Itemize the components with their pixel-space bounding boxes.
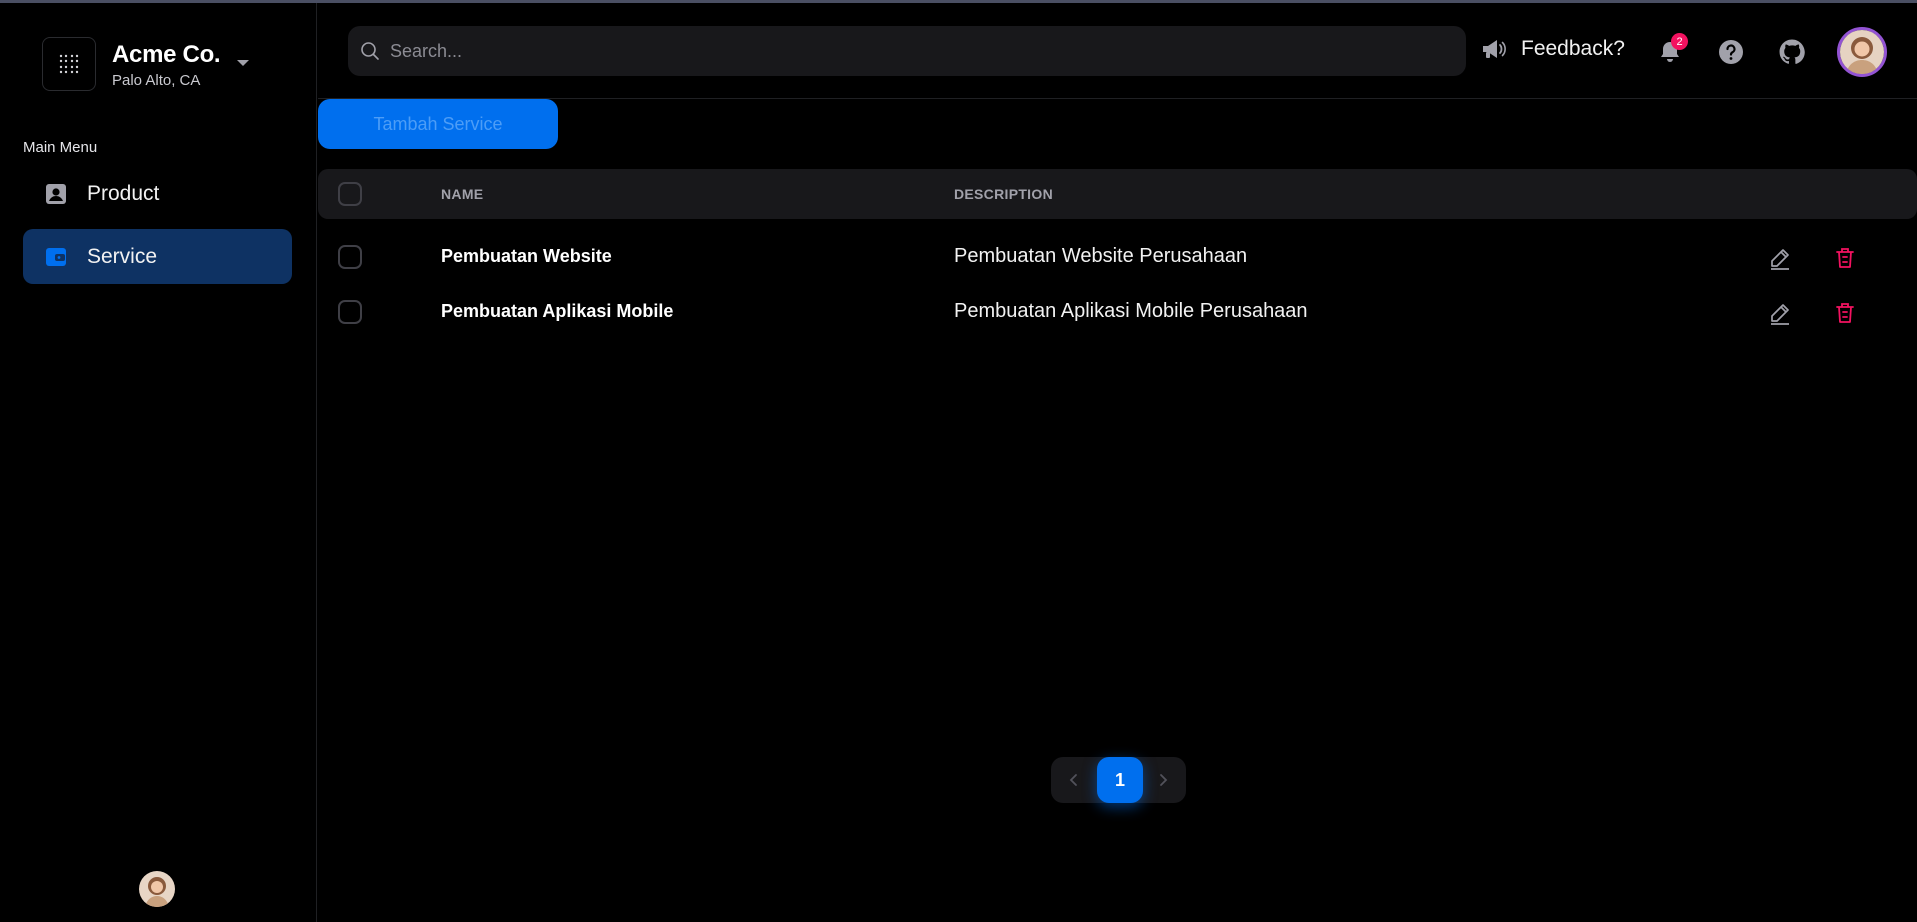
notification-badge: 2: [1671, 33, 1688, 50]
add-service-button[interactable]: Tambah Service: [318, 99, 558, 149]
top-bar: Feedback? 2: [318, 3, 1917, 99]
service-description: Pembuatan Aplikasi Mobile Perusahaan: [954, 300, 1308, 322]
megaphone-icon: [1483, 40, 1506, 58]
feedback-label: Feedback?: [1521, 37, 1625, 60]
help-button[interactable]: [1716, 37, 1746, 67]
brand-name: Acme Co.: [112, 40, 221, 68]
feedback-button[interactable]: Feedback?: [1481, 37, 1625, 61]
grid-logo-icon: [42, 37, 96, 91]
user-avatar[interactable]: [139, 871, 175, 907]
sidebar-item-label: Service: [87, 244, 158, 268]
edit-icon[interactable]: [1767, 300, 1793, 326]
sidebar-item-service[interactable]: Service: [23, 229, 292, 284]
column-header-description[interactable]: DESCRIPTION: [954, 186, 1053, 202]
github-icon: [1779, 39, 1805, 64]
pagination: 1: [1051, 757, 1186, 803]
table-row[interactable]: Pembuatan Aplikasi Mobile Pembuatan Apli…: [318, 287, 1917, 337]
brand-location: Palo Alto, CA: [112, 71, 201, 89]
edit-icon[interactable]: [1767, 245, 1793, 271]
search-input[interactable]: [390, 40, 1390, 62]
service-name: Pembuatan Website: [441, 246, 612, 266]
wallet-icon: [43, 244, 69, 270]
table-header: NAME DESCRIPTION: [318, 169, 1917, 219]
chevron-left-icon[interactable]: [1064, 770, 1084, 790]
row-checkbox[interactable]: [338, 300, 362, 324]
sidebar-item-label: Product: [87, 181, 160, 205]
service-name: Pembuatan Aplikasi Mobile: [441, 301, 674, 321]
search-icon: [361, 42, 379, 60]
page-button-current[interactable]: 1: [1097, 757, 1143, 803]
trash-icon[interactable]: [1832, 300, 1858, 326]
service-description: Pembuatan Website Perusahaan: [954, 245, 1248, 267]
column-header-name[interactable]: NAME: [441, 186, 483, 202]
row-checkbox[interactable]: [338, 245, 362, 269]
table-row[interactable]: Pembuatan Website Pembuatan Website Peru…: [318, 232, 1917, 282]
sidebar-item-product[interactable]: Product: [23, 166, 292, 221]
trash-icon[interactable]: [1832, 245, 1858, 271]
select-all-checkbox[interactable]: [338, 182, 362, 206]
help-icon: [1719, 40, 1743, 64]
profile-avatar[interactable]: [1837, 27, 1887, 77]
caret-down-icon[interactable]: [236, 58, 250, 68]
sidebar: Acme Co. Palo Alto, CA Main Menu Product…: [0, 3, 317, 922]
contact-card-icon: [43, 181, 69, 207]
brand-switcher[interactable]: Acme Co. Palo Alto, CA: [42, 37, 221, 91]
notifications-button[interactable]: 2: [1655, 33, 1688, 67]
menu-section-title: Main Menu: [23, 139, 98, 156]
github-button[interactable]: [1777, 37, 1807, 67]
chevron-right-icon[interactable]: [1153, 770, 1173, 790]
search-bar[interactable]: [348, 26, 1466, 76]
